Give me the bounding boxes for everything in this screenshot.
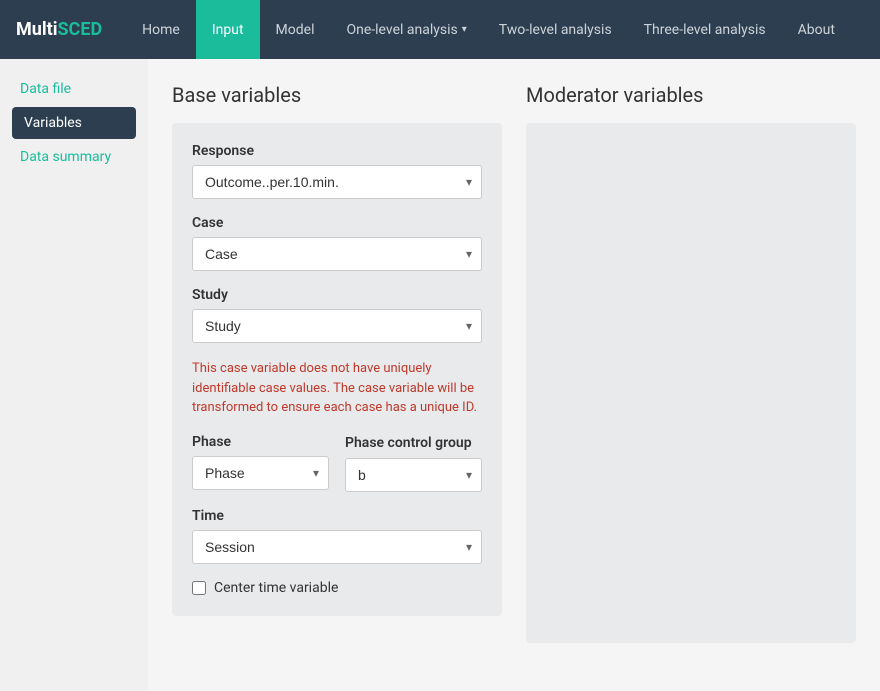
dropdown-arrow-icon: ▾ [462, 24, 467, 35]
center-time-row: Center time variable [192, 580, 482, 596]
phase-control-group-label: Phase control group [345, 434, 482, 452]
brand-name-part1: Multi [16, 19, 57, 40]
time-select-wrapper: Session ▾ [192, 530, 482, 564]
brand-logo: MultiSCED [16, 19, 102, 40]
nav-two-level[interactable]: Two-level analysis [483, 0, 628, 59]
phase-control-select-wrapper: b ▾ [345, 458, 482, 492]
sidebar-item-data-summary[interactable]: Data summary [12, 143, 136, 171]
case-warning-text: This case variable does not have uniquel… [192, 359, 482, 418]
base-variables-section: Base variables Response Outcome..per.10.… [172, 83, 502, 667]
study-select[interactable]: Study [192, 309, 482, 343]
nav-model[interactable]: Model [260, 0, 331, 59]
case-group: Case Case ▾ [192, 215, 482, 271]
phase-select-wrapper: Phase ▾ [192, 456, 329, 490]
time-label: Time [192, 508, 482, 524]
app-body: Data file Variables Data summary Base va… [0, 59, 880, 691]
sidebar-item-data-file[interactable]: Data file [12, 75, 136, 103]
study-group: Study Study ▾ [192, 287, 482, 343]
moderator-variables-section: Moderator variables [526, 83, 856, 667]
case-label: Case [192, 215, 482, 231]
nav-one-level[interactable]: One-level analysis ▾ [330, 0, 482, 59]
response-label: Response [192, 143, 482, 159]
study-label: Study [192, 287, 482, 303]
response-select-wrapper: Outcome..per.10.min. ▾ [192, 165, 482, 199]
time-select[interactable]: Session [192, 530, 482, 564]
base-variables-title: Base variables [172, 83, 502, 107]
navbar: MultiSCED Home Input Model One-level ana… [0, 0, 880, 59]
phase-label: Phase [192, 434, 329, 450]
phase-select[interactable]: Phase [192, 456, 329, 490]
phase-row: Phase Phase ▾ Phase control group [192, 434, 482, 492]
nav-input[interactable]: Input [196, 0, 260, 59]
nav-three-level[interactable]: Three-level analysis [628, 0, 782, 59]
nav-items: Home Input Model One-level analysis ▾ Tw… [126, 0, 864, 59]
brand-name-part2: SCED [57, 19, 102, 40]
phase-col: Phase Phase ▾ [192, 434, 329, 490]
phase-control-col: Phase control group b ▾ [345, 434, 482, 492]
case-select-wrapper: Case ▾ [192, 237, 482, 271]
sidebar: Data file Variables Data summary [0, 59, 148, 691]
sidebar-item-variables[interactable]: Variables [12, 107, 136, 139]
response-group: Response Outcome..per.10.min. ▾ [192, 143, 482, 199]
moderator-variables-title: Moderator variables [526, 83, 856, 107]
nav-home[interactable]: Home [126, 0, 196, 59]
phase-control-select[interactable]: b [345, 458, 482, 492]
time-group: Time Session ▾ [192, 508, 482, 564]
response-select[interactable]: Outcome..per.10.min. [192, 165, 482, 199]
case-select[interactable]: Case [192, 237, 482, 271]
moderator-variables-panel [526, 123, 856, 643]
center-time-label[interactable]: Center time variable [214, 580, 338, 596]
main-content: Base variables Response Outcome..per.10.… [148, 59, 880, 691]
study-select-wrapper: Study ▾ [192, 309, 482, 343]
base-variables-card: Response Outcome..per.10.min. ▾ Case Cas… [172, 123, 502, 616]
nav-about[interactable]: About [782, 0, 851, 59]
center-time-checkbox[interactable] [192, 581, 206, 595]
